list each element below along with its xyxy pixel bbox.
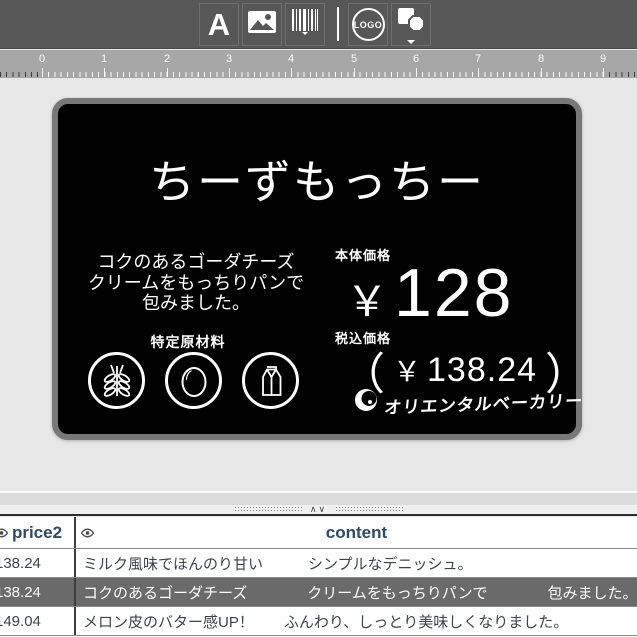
column-header-label: content — [326, 523, 387, 543]
ruler: 0 1 2 3 4 5 6 7 8 9 — [0, 50, 637, 78]
currency-symbol: ￥ — [346, 268, 388, 329]
barcode-icon — [291, 9, 319, 40]
ruler-major-tick — [478, 68, 479, 77]
price-amount: 128 — [394, 254, 513, 332]
ruler-ticks — [0, 72, 42, 77]
shape-tool-button[interactable] — [391, 3, 431, 46]
column-header-price2[interactable]: price2 — [0, 517, 76, 548]
ruler-mark: 3 — [226, 53, 232, 65]
bakery-logo-mark-icon — [354, 388, 378, 417]
wheat-allergen-icon[interactable] — [88, 352, 145, 409]
ruler-major-tick — [541, 68, 542, 77]
milk-allergen-icon[interactable] — [242, 352, 299, 409]
bakery-logo-text: オリエンタルベーカリー — [383, 387, 584, 419]
image-icon — [247, 10, 277, 39]
grid-header-row: price2 content — [0, 517, 637, 549]
ruler-mark: 5 — [351, 53, 357, 65]
data-grid: price2 content 138.24 ミルク風味でほんのり甘い シンプルな… — [0, 517, 637, 637]
ruler-major-tick — [104, 68, 105, 77]
table-row[interactable]: 138.24 ミルク風味でほんのり甘い シンプルなデニッシュ。 — [0, 549, 637, 578]
allergen-section-label[interactable]: 特定原材料 — [118, 332, 258, 352]
barcode-tool-button[interactable] — [285, 3, 325, 46]
product-description[interactable]: コクのあるゴーダチーズ クリームをもっちりパンで 包みました。 — [72, 252, 320, 314]
table-row[interactable]: 149.04 メロン皮のバター感UP！ ふんわり、しっとり美味しくなりました。 — [0, 607, 637, 636]
text-tool-button[interactable]: A — [199, 3, 239, 46]
description-line: クリームをもっちりパンで — [72, 273, 320, 294]
ruler-ticks — [603, 72, 637, 77]
ruler-major-tick — [167, 68, 168, 77]
cell-price2: 138.24 — [0, 578, 76, 606]
description-line: 包みました。 — [72, 293, 320, 314]
visibility-eye-icon[interactable] — [81, 523, 94, 543]
table-row-selected[interactable]: 138.24 コクのあるゴーダチーズ クリームをもっちりパンで 包みました。 — [0, 578, 637, 607]
chevron-down-icon — [407, 40, 415, 44]
ruler-mark: 6 — [413, 53, 419, 65]
shapes-icon — [395, 5, 427, 38]
description-line: コクのあるゴーダチーズ — [72, 252, 320, 273]
image-tool-button[interactable] — [242, 3, 282, 46]
ruler-mark: 7 — [475, 53, 481, 65]
column-header-label: price2 — [12, 523, 62, 543]
cell-content: コクのあるゴーダチーズ クリームをもっちりパンで 包みました。 — [76, 578, 637, 606]
ruler-major-tick — [416, 68, 417, 77]
ruler-major-tick — [42, 68, 43, 77]
bakery-logo[interactable]: オリエンタルベーカリー — [354, 388, 583, 417]
cell-content: ミルク風味でほんのり甘い シンプルなデニッシュ。 — [76, 549, 637, 577]
logo-tool-button[interactable]: LOGO — [348, 3, 388, 46]
logo-tool-icon: LOGO — [352, 8, 385, 41]
cell-price2: 149.04 — [0, 607, 76, 635]
column-header-content[interactable]: content — [76, 517, 637, 548]
text-tool-icon: A — [208, 7, 230, 43]
cell-price2: 138.24 — [0, 549, 76, 577]
cell-content: メロン皮のバター感UP！ ふんわり、しっとり美味しくなりました。 — [76, 607, 637, 635]
tax-amount: 138.24 — [427, 351, 537, 390]
toolbar: A LOGO — [0, 0, 637, 49]
ruler-mark: 2 — [164, 53, 170, 65]
ruler-mark: 4 — [288, 53, 294, 65]
ruler-mark: 8 — [538, 53, 544, 65]
design-canvas[interactable]: ちーずもっちー コクのあるゴーダチーズ クリームをもっちりパンで 包みました。 … — [0, 78, 637, 491]
ruler-ticks — [42, 72, 603, 77]
currency-symbol: ￥ — [393, 350, 421, 390]
ruler-major-tick — [354, 68, 355, 77]
ruler-major-tick — [603, 68, 604, 77]
allergen-icons[interactable] — [88, 352, 299, 409]
visibility-eye-icon[interactable] — [0, 523, 8, 543]
ruler-mark: 9 — [600, 53, 606, 65]
ruler-mark: 0 — [39, 53, 45, 65]
ruler-major-tick — [229, 68, 230, 77]
product-title[interactable]: ちーずもっちー — [58, 146, 576, 212]
splitter-toggle-icon[interactable]: ∧∨ — [310, 505, 327, 514]
toolbar-divider — [337, 7, 339, 41]
splitter-grip — [335, 506, 403, 513]
base-price[interactable]: ￥ 128 — [346, 254, 513, 332]
ruler-mark: 1 — [101, 53, 107, 65]
splitter-grip — [234, 506, 302, 513]
egg-allergen-icon[interactable] — [165, 352, 222, 409]
label-preview-card[interactable]: ちーずもっちー コクのあるゴーダチーズ クリームをもっちりパンで 包みました。 … — [52, 98, 582, 440]
ruler-major-tick — [291, 68, 292, 77]
panel-splitter[interactable]: ∧∨ — [0, 505, 637, 516]
